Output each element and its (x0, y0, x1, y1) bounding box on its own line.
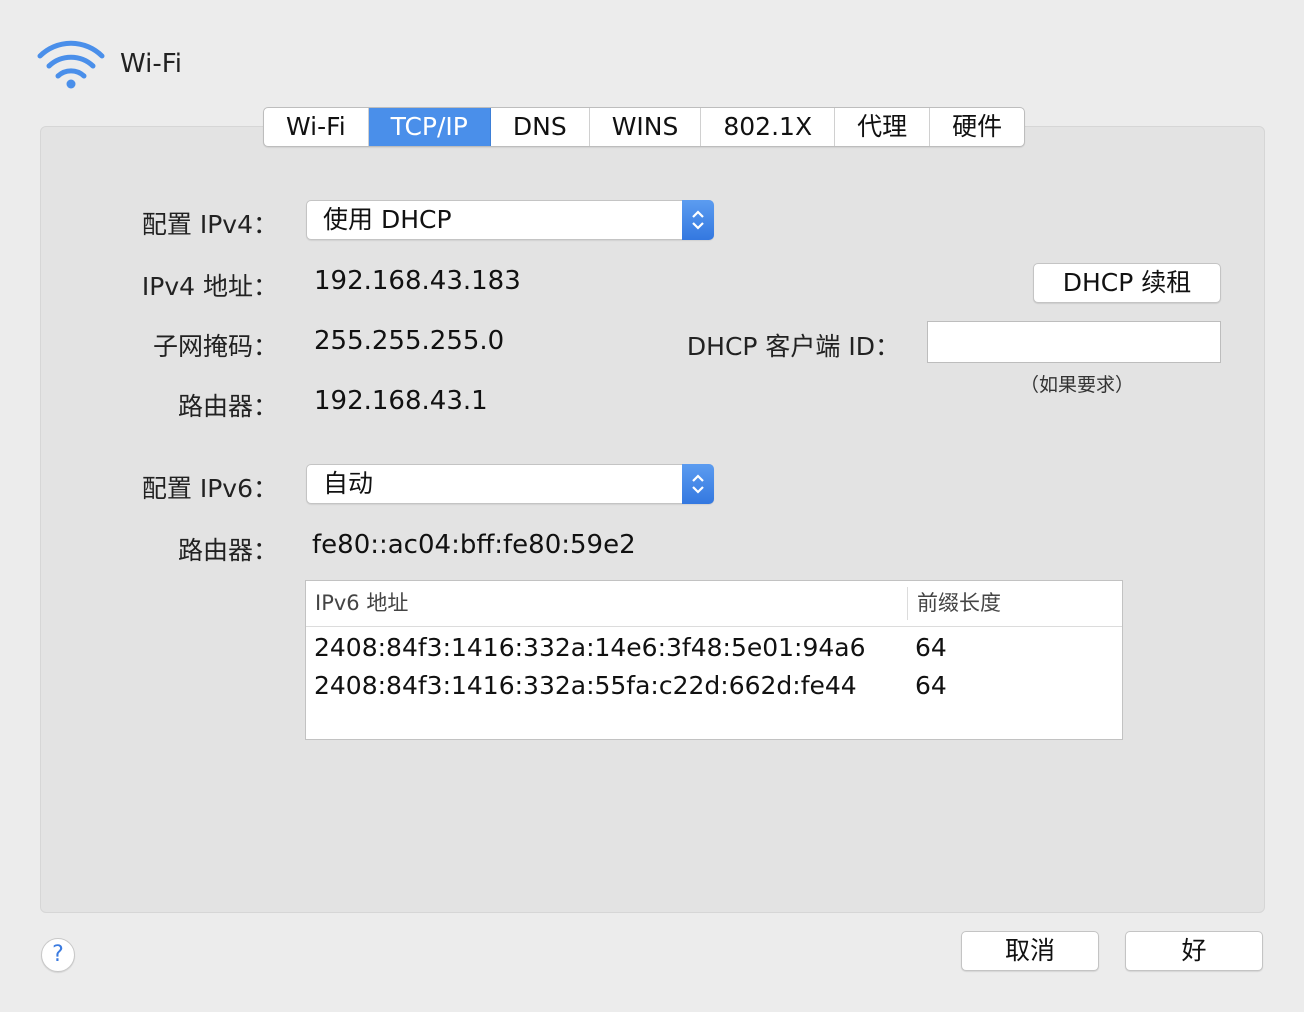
tab-dns[interactable]: DNS (491, 108, 590, 146)
tab-8021x[interactable]: 802.1X (701, 108, 836, 146)
ipv4-address-value: 192.168.43.183 (314, 266, 521, 296)
table-header: IPv6 地址 前缀长度 (306, 581, 1122, 627)
configure-ipv6-popup[interactable]: 自动 (306, 464, 714, 504)
tab-hardware[interactable]: 硬件 (930, 108, 1024, 146)
ipv6-address-cell: 2408:84f3:1416:332a:14e6:3f48:5e01:94a6 (314, 633, 866, 662)
help-button[interactable]: ? (41, 938, 75, 972)
wifi-icon (37, 40, 105, 89)
cancel-button[interactable]: 取消 (961, 931, 1099, 971)
tab-proxy[interactable]: 代理 (835, 108, 931, 146)
tab-tcpip[interactable]: TCP/IP (368, 108, 491, 146)
dhcp-client-id-label: DHCP 客户端 ID： (686, 332, 900, 361)
window-title: Wi-Fi (120, 49, 183, 79)
subnet-mask-value: 255.255.255.0 (314, 326, 505, 356)
ipv6-address-table[interactable]: IPv6 地址 前缀长度 2408:84f3:1416:332a:14e6:3f… (305, 580, 1123, 740)
prefix-length-cell: 64 (915, 671, 947, 700)
popup-arrows-icon (682, 200, 714, 240)
tab-wifi[interactable]: Wi-Fi (264, 108, 369, 146)
dhcp-client-id-hint: （如果要求） (1020, 374, 1135, 396)
column-header-prefix-length[interactable]: 前缀长度 (917, 581, 1001, 626)
ipv6-router-value: fe80::ac04:bff:fe80:59e2 (312, 530, 636, 560)
dhcp-renew-button[interactable]: DHCP 续租 (1033, 263, 1221, 303)
ipv4-address-label: IPv4 地址： (141, 272, 278, 301)
configure-ipv6-value: 自动 (323, 469, 374, 498)
ipv6-address-cell: 2408:84f3:1416:332a:55fa:c22d:662d:fe44 (314, 671, 857, 700)
configure-ipv4-value: 使用 DHCP (323, 205, 452, 234)
tab-wins[interactable]: WINS (590, 108, 702, 146)
column-divider (907, 587, 908, 620)
ok-button[interactable]: 好 (1125, 931, 1263, 971)
configure-ipv6-label: 配置 IPv6： (141, 474, 278, 503)
tab-bar: Wi-Fi TCP/IP DNS WINS 802.1X 代理 硬件 (263, 107, 1026, 147)
popup-arrows-icon (682, 464, 714, 504)
table-row[interactable]: 2408:84f3:1416:332a:55fa:c22d:662d:fe44 … (306, 667, 1122, 705)
settings-panel (40, 126, 1265, 913)
ipv4-router-value: 192.168.43.1 (314, 386, 488, 416)
ipv4-router-label: 路由器： (177, 392, 278, 421)
configure-ipv4-label: 配置 IPv4： (141, 210, 278, 239)
ipv6-router-label: 路由器： (177, 536, 278, 565)
column-header-ipv6-address[interactable]: IPv6 地址 (315, 581, 408, 626)
configure-ipv4-popup[interactable]: 使用 DHCP (306, 200, 714, 240)
dhcp-client-id-field[interactable] (927, 321, 1221, 363)
subnet-mask-label: 子网掩码： (152, 332, 278, 361)
window-header (36, 38, 106, 94)
prefix-length-cell: 64 (915, 633, 947, 662)
table-row[interactable]: 2408:84f3:1416:332a:14e6:3f48:5e01:94a6 … (306, 629, 1122, 667)
